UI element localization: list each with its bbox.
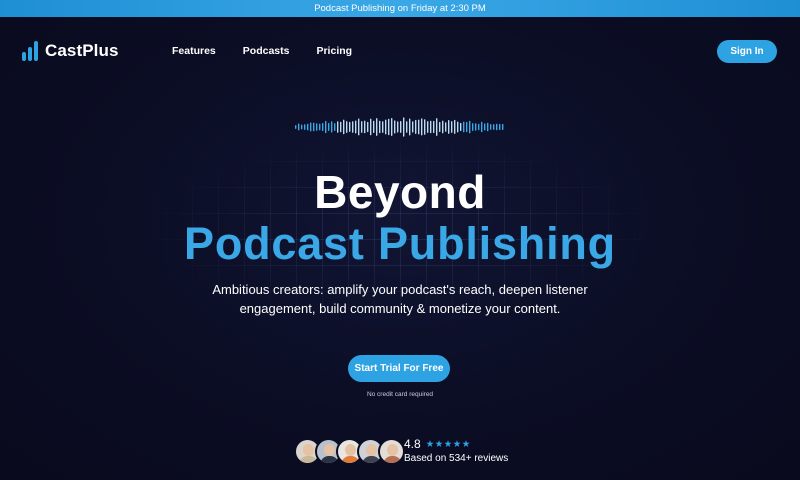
sound-wave-bar [457,121,459,133]
sound-wave-bar [415,119,417,134]
sound-wave-bar [460,122,462,132]
sound-wave-bar [394,120,396,134]
no-credit-card-note: No credit card required [366,391,434,398]
sound-wave-bar [298,123,300,131]
sound-wave-bar [493,124,495,130]
sound-wave-bar [346,121,348,133]
sound-wave-bar [310,122,312,132]
sound-wave-bar [424,119,426,135]
sound-wave-bar [313,122,315,132]
sound-wave-bar [475,123,477,131]
sound-wave-bar [328,122,330,131]
top-nav: CastPlus Features Podcasts Pricing Sign … [0,17,800,85]
sound-wave-bar [403,117,405,137]
sound-wave-bar [427,121,429,133]
sound-wave-bar [361,121,363,133]
sound-wave-bar [355,120,357,134]
sound-wave-bar [334,123,336,131]
sound-wave-bar [439,121,441,133]
brand-name: CastPlus [45,41,119,60]
nav-link-pricing[interactable]: Pricing [316,45,352,57]
rating-score: 4.8 [404,437,421,451]
sound-wave-bar [481,121,483,133]
hero-subtitle: Ambitious creators: amplify your podcast… [180,280,620,318]
sound-wave-bar [343,119,345,135]
sound-wave-bar [478,123,480,131]
sound-wave-bar [388,118,390,136]
sign-in-button[interactable]: Sign In [717,40,777,63]
sound-wave-bar [472,123,474,131]
landing-page: Podcast Publishing on Friday at 2:30 PM … [0,0,800,480]
logo[interactable]: CastPlus [22,41,119,61]
reviewer-avatars [294,438,405,468]
sound-wave-bar [454,119,456,134]
sound-wave-bar [385,119,387,135]
sound-wave-bar [418,119,420,135]
sound-wave-icon [295,117,504,137]
nav-links: Features Podcasts Pricing [172,45,352,57]
rating-stars-icon: ★★★★★ [425,438,471,450]
sound-wave-bar [463,121,465,133]
sound-wave-bar [412,121,414,133]
sound-wave-bar [364,120,366,134]
announcement-text[interactable]: Podcast Publishing on Friday at 2:30 PM [314,3,486,14]
sound-wave-bar [391,118,393,136]
rating-block: 4.8 ★★★★★ Based on 534+ reviews [404,437,508,464]
sound-wave-bar [430,120,432,134]
sound-wave-bar [502,123,504,131]
hero-title-line1: Beyond [314,166,486,218]
sound-wave-bar [400,121,402,133]
announcement-bar[interactable]: Podcast Publishing on Friday at 2:30 PM [0,0,800,17]
bars-logo-icon [22,41,38,61]
sound-wave-bar [421,118,423,136]
hero-subtitle-line2: engagement, build community & monetize y… [239,301,561,316]
sound-wave-bar [379,120,381,134]
sound-wave-bar [322,123,324,132]
reviews-count-text: Based on 534+ reviews [404,453,509,464]
sound-wave-bar [445,122,447,132]
sound-wave-bar [487,122,489,132]
reviewer-avatar-5 [378,438,405,465]
sound-wave-bar [319,123,321,131]
sound-wave-bar [409,118,411,136]
sound-wave-bar [490,124,492,130]
sound-wave-bar [307,123,309,131]
start-trial-button[interactable]: Start Trial For Free [348,355,450,382]
sound-wave-bar [466,121,468,133]
sound-wave-bar [382,121,384,133]
sound-wave-bar [496,123,498,131]
sound-wave-bar [484,123,486,131]
sound-wave-bar [370,118,372,136]
sound-wave-bar [316,123,318,131]
sound-wave-bar [325,120,327,134]
sound-wave-bar [349,121,351,132]
nav-link-features[interactable]: Features [172,45,216,57]
sound-wave-bar [436,118,438,136]
sound-wave-bar [433,120,435,134]
sound-wave-bar [367,121,369,133]
sound-wave-bar [352,121,354,133]
sound-wave-bar [397,121,399,133]
sound-wave-bar [295,125,297,129]
sound-wave-bar [406,121,408,133]
sound-wave-bar [373,120,375,134]
sound-wave-bar [451,121,453,133]
sound-wave-bar [448,120,450,134]
sound-wave-bar [358,118,360,136]
sound-wave-bar [442,120,444,134]
hero-title-line2: Podcast Publishing [184,218,616,269]
sound-wave-bar [301,124,303,130]
sound-wave-bar [340,121,342,133]
sound-wave-bar [337,121,339,133]
sound-wave-bar [469,120,471,134]
hero-subtitle-line1: Ambitious creators: amplify your podcast… [212,282,588,297]
sound-wave-bar [304,124,306,130]
nav-link-podcasts[interactable]: Podcasts [243,45,290,57]
sound-wave-bar [376,118,378,136]
sound-wave-bar [499,123,501,131]
sound-wave-bar [331,121,333,133]
